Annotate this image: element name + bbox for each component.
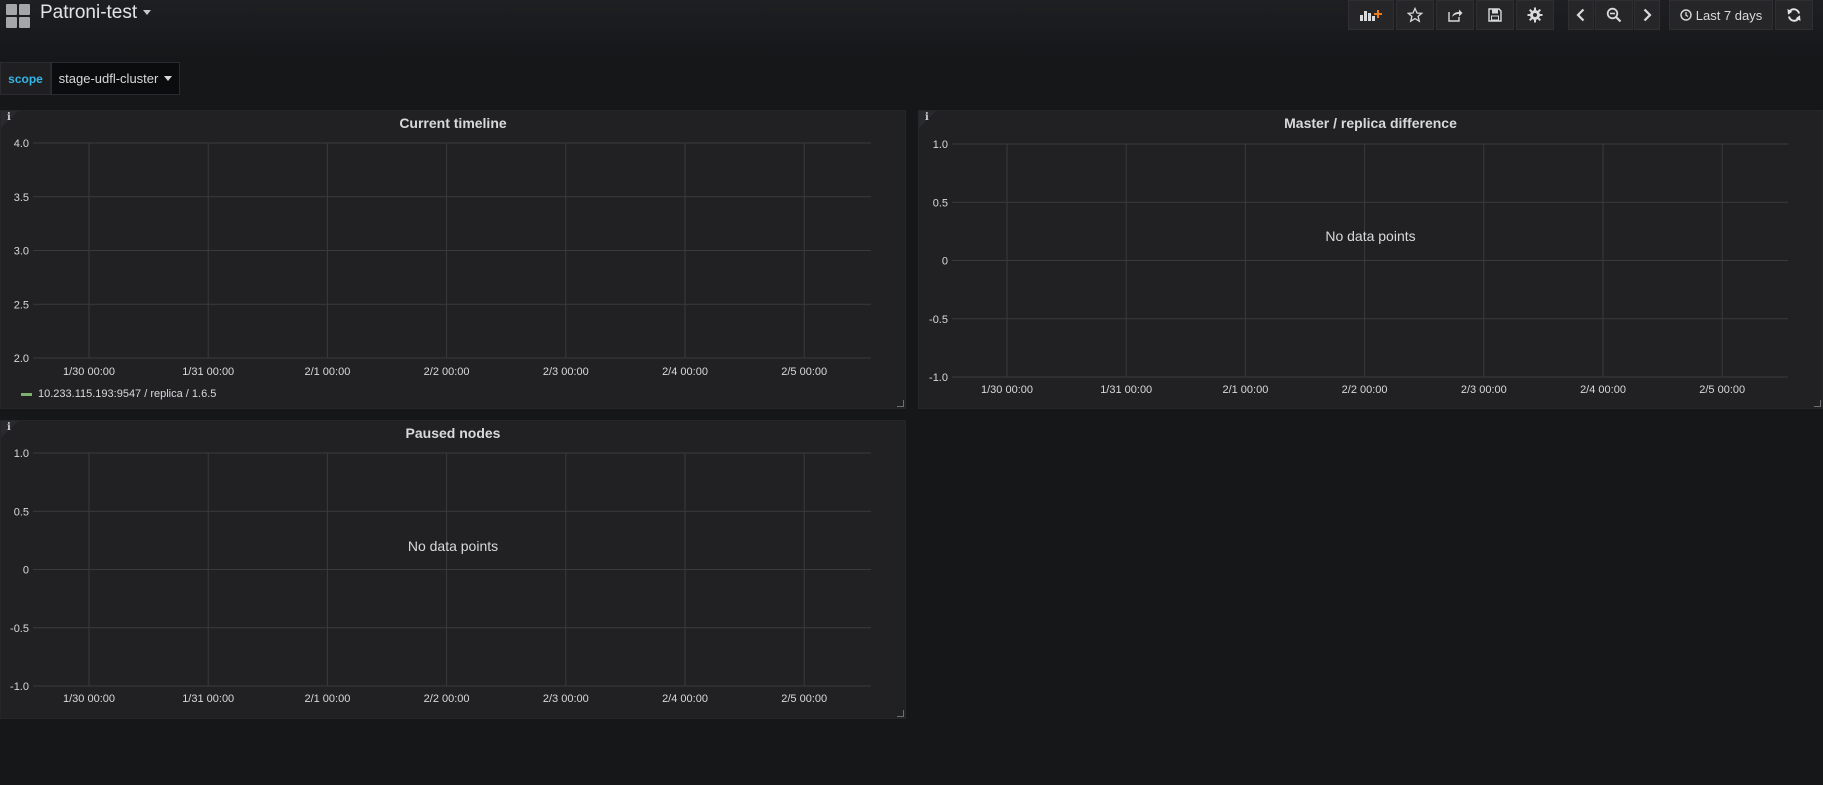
legend-swatch — [21, 392, 32, 396]
paused-nodes-chart: 1.0 0.5 0 -0.5 -1.0 1/30 00:00 1/31 00:00 2/1 0… — [10, 448, 871, 705]
x-tick-label: 1/30 00:00 — [63, 366, 115, 378]
y-tick-label: -1.0 — [10, 681, 29, 693]
variable-dropdown-scope[interactable]: stage-udfl-cluster — [51, 62, 180, 95]
x-tick-label: 2/1 00:00 — [304, 693, 350, 705]
dashboard-title: Patroni-test — [40, 2, 138, 23]
x-tick-label: 2/3 00:00 — [543, 693, 589, 705]
difference-chart: 1.0 0.5 0 -0.5 -1.0 1/30 00:00 1/31 00:00 2/1 0… — [929, 139, 1788, 396]
y-tick-label: -0.5 — [929, 314, 948, 326]
x-tick-label: 2/1 00:00 — [304, 366, 350, 378]
star-button[interactable] — [1396, 0, 1434, 30]
time-range-picker[interactable]: Last 7 days — [1669, 0, 1773, 30]
x-tick-label: 1/30 00:00 — [63, 693, 115, 705]
panel-resize-handle[interactable] — [1814, 400, 1821, 407]
x-tick-label: 2/3 00:00 — [1461, 384, 1507, 396]
x-tick-label: 1/31 00:00 — [1100, 384, 1152, 396]
panel-resize-handle[interactable] — [897, 400, 904, 407]
y-tick-label: 0.5 — [933, 197, 948, 209]
y-tick-label: 1.0 — [14, 448, 29, 460]
panel-resize-handle[interactable] — [897, 710, 904, 717]
x-tick-label: 2/5 00:00 — [1699, 384, 1745, 396]
settings-button[interactable] — [1516, 0, 1554, 30]
x-tick-label: 2/2 00:00 — [424, 366, 470, 378]
top-navbar: Patroni-test Last 7 days — [0, 0, 1823, 58]
zoom-out-button[interactable] — [1595, 0, 1633, 30]
y-tick-label: 0.5 — [14, 506, 29, 518]
time-back-button[interactable] — [1568, 0, 1594, 30]
x-tick-label: 1/31 00:00 — [182, 693, 234, 705]
dashboard-title-dropdown[interactable]: Patroni-test — [40, 2, 152, 24]
star-icon — [1407, 7, 1423, 23]
chevron-down-icon — [143, 10, 152, 16]
time-forward-button[interactable] — [1634, 0, 1660, 30]
add-panel-icon — [1360, 10, 1382, 21]
y-tick-label: -1.0 — [929, 372, 948, 384]
add-panel-button[interactable] — [1348, 0, 1394, 30]
y-tick-label: 1.0 — [933, 139, 948, 151]
gear-icon — [1527, 7, 1543, 23]
variable-label-scope: scope — [0, 62, 51, 95]
zoom-out-icon — [1606, 7, 1622, 23]
x-tick-label: 1/31 00:00 — [182, 366, 234, 378]
y-tick-label: 3.0 — [14, 246, 29, 258]
x-tick-label: 2/2 00:00 — [424, 693, 470, 705]
x-tick-label: 2/3 00:00 — [543, 366, 589, 378]
x-tick-label: 2/5 00:00 — [781, 693, 827, 705]
legend-item[interactable]: 10.233.115.193:9547 / replica / 1.6.5 — [21, 388, 216, 400]
timeline-chart: 4.0 3.5 3.0 2.5 2.0 1/30 00:00 1/31 00:00 2/1 0… — [14, 138, 871, 378]
panel-paused-nodes: i Paused nodes 1.0 0.5 0 -0.5 -1.0 1/30 00:00… — [0, 420, 906, 719]
no-data-message: No data points — [407, 538, 499, 554]
share-icon — [1448, 9, 1463, 22]
y-tick-label: 3.5 — [14, 192, 29, 204]
y-tick-label: -0.5 — [10, 623, 29, 635]
chevron-down-icon — [164, 76, 173, 81]
refresh-button[interactable] — [1775, 0, 1813, 30]
variable-value: stage-udfl-cluster — [58, 71, 159, 86]
y-tick-label: 2.5 — [14, 299, 29, 311]
chevron-left-icon — [1576, 8, 1585, 22]
x-tick-label: 2/2 00:00 — [1342, 384, 1388, 396]
save-button[interactable] — [1476, 0, 1514, 30]
chevron-right-icon — [1643, 8, 1652, 22]
x-tick-label: 2/1 00:00 — [1222, 384, 1268, 396]
y-tick-label: 0 — [23, 565, 29, 577]
y-tick-label: 0 — [942, 256, 948, 268]
no-data-message: No data points — [1325, 228, 1416, 244]
panel-master-replica-difference: i Master / replica difference 1.0 0.5 0 -0.… — [918, 110, 1823, 409]
x-tick-label: 1/30 00:00 — [981, 384, 1033, 396]
x-tick-label: 2/4 00:00 — [662, 693, 708, 705]
y-tick-label: 4.0 — [14, 138, 29, 150]
dashboard-grid-icon[interactable] — [6, 4, 30, 28]
y-tick-label: 2.0 — [14, 353, 29, 365]
x-tick-label: 2/4 00:00 — [662, 366, 708, 378]
clock-icon — [1680, 9, 1692, 21]
refresh-icon — [1787, 8, 1801, 22]
legend-label: 10.233.115.193:9547 / replica / 1.6.5 — [38, 388, 217, 400]
x-tick-label: 2/5 00:00 — [781, 366, 827, 378]
time-range-label: Last 7 days — [1695, 7, 1763, 23]
save-icon — [1488, 8, 1502, 22]
panel-current-timeline: i Current timeline 4.0 3.5 3.0 2.5 2.0 1/30 0… — [0, 110, 906, 409]
x-tick-label: 2/4 00:00 — [1580, 384, 1626, 396]
share-button[interactable] — [1436, 0, 1474, 30]
